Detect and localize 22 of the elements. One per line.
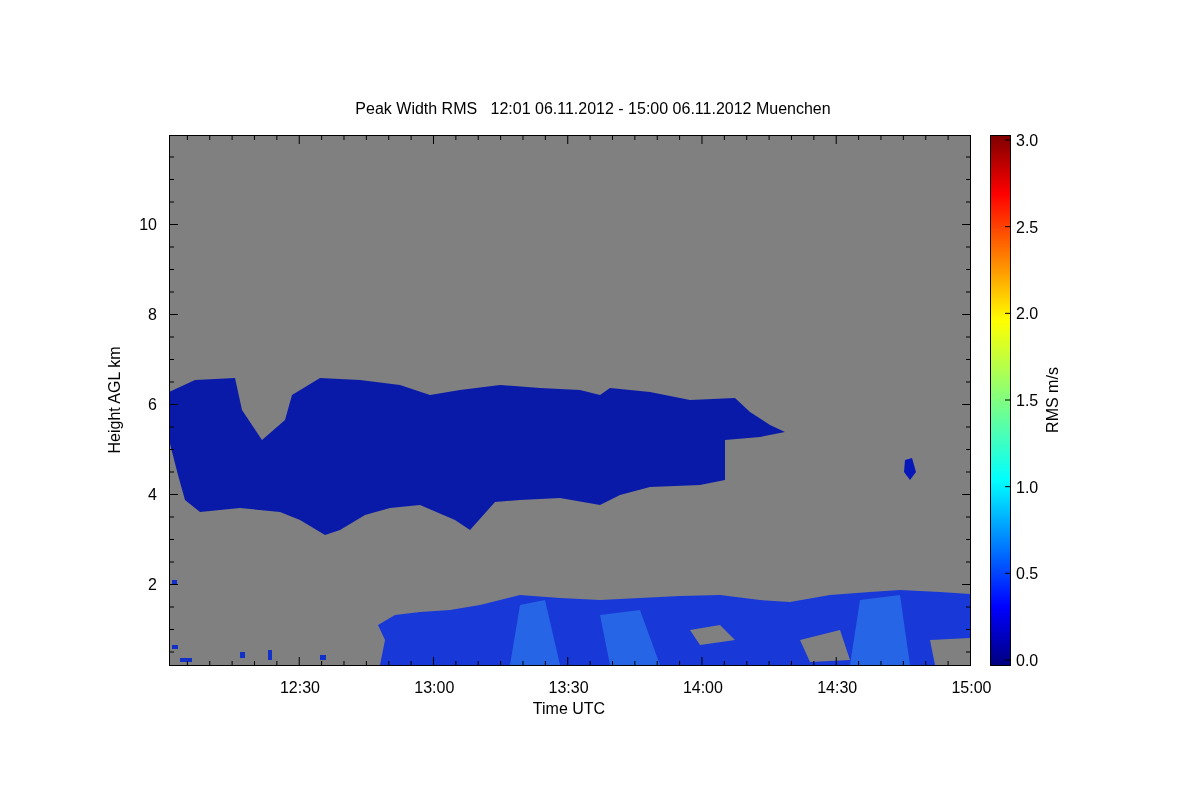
y-tick-label: 8 [148,306,157,323]
x-tick-label: 15:00 [951,679,992,696]
colorbar-tick-label: 3.0 [1016,132,1039,149]
y-tick-label: 4 [148,486,157,503]
chart-title: Peak Width RMS 12:01 06.11.2012 - 15:00 06.11.2012 Muenchen [355,100,831,117]
colorbar-tick-label: 1.0 [1016,478,1039,496]
colorbar-label: RMS m/s [1044,367,1061,433]
colorbar-tick-label: 0.5 [1016,565,1039,583]
x-tick-label: 12:30 [280,679,320,696]
y-tick-label: 2 [148,576,157,593]
x-axis-label: Time UTC [532,700,606,717]
y-axis-label: Height AGL km [106,346,123,454]
colorbar-tick-label: 1.5 [1016,392,1039,409]
y-tick-label: 6 [148,396,157,413]
colorbar-tick-label: 2.5 [1016,218,1039,236]
x-tick-label: 14:00 [682,679,723,696]
x-tick-label: 13:30 [548,679,589,696]
y-tick-label: 10 [139,216,157,233]
x-tick-label: 14:30 [817,679,858,696]
x-tick-label: 13:00 [414,679,455,696]
colorbar-tick-label: 2.0 [1016,305,1039,323]
colorbar-tick-label: 0.0 [1016,652,1039,669]
